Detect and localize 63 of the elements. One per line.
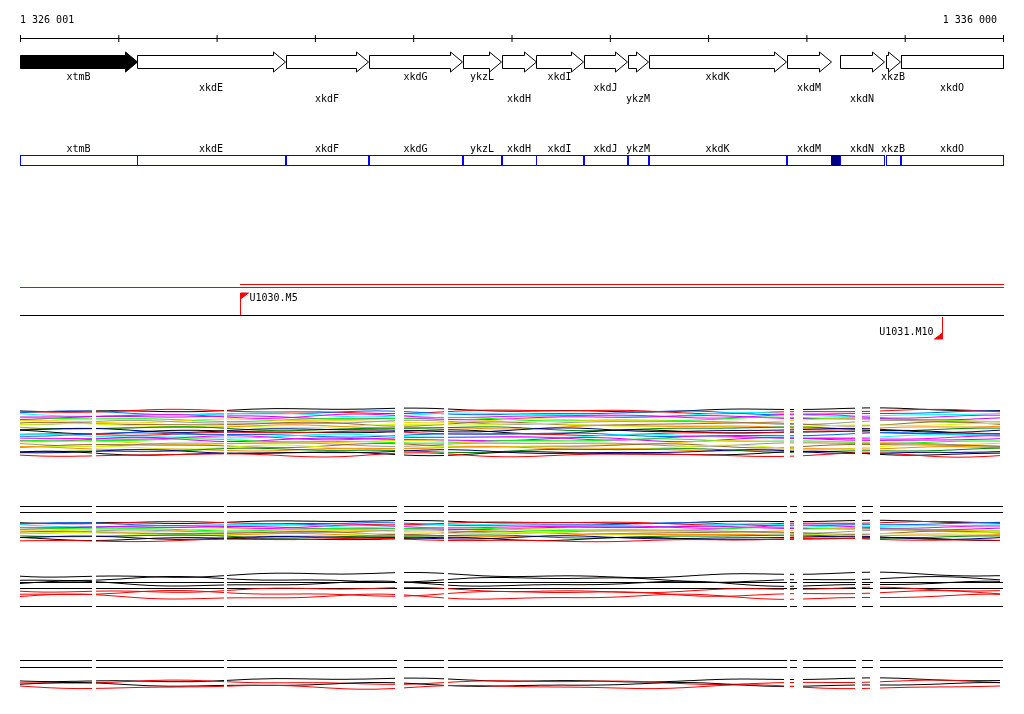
gene-arrow[interactable] bbox=[463, 51, 502, 73]
ruler-start-label: 1 326 001 bbox=[20, 14, 75, 25]
gene-arrow[interactable] bbox=[20, 51, 138, 73]
gene-label: xtmB bbox=[66, 71, 91, 82]
gene-arrow[interactable] bbox=[137, 51, 286, 73]
gene-label: xkdG bbox=[403, 71, 428, 82]
gene-arrow[interactable] bbox=[584, 51, 628, 73]
gene-arrow[interactable] bbox=[369, 51, 463, 73]
gene-arrow[interactable] bbox=[787, 51, 832, 73]
marker-label: U1030.M5 bbox=[249, 292, 298, 303]
gene-label: ykzM bbox=[625, 93, 651, 104]
segment-label: xkdJ bbox=[593, 143, 618, 154]
segment-label: xkdE bbox=[198, 143, 224, 154]
gene-segment[interactable] bbox=[787, 155, 832, 166]
gene-segment[interactable] bbox=[137, 155, 286, 166]
marker-flag-icon bbox=[934, 316, 943, 340]
segment-label: xkdK bbox=[705, 143, 730, 154]
gene-segment[interactable] bbox=[20, 155, 138, 166]
marker-flag-icon bbox=[240, 292, 249, 316]
gene-segment[interactable] bbox=[286, 155, 369, 166]
gene-label: xkdF bbox=[314, 93, 340, 104]
segment-label: xkdM bbox=[796, 143, 822, 154]
ruler-end-label: 1 336 000 bbox=[942, 14, 997, 25]
gene-label: xkdK bbox=[705, 71, 730, 82]
gene-segment[interactable] bbox=[886, 155, 901, 166]
gene-label: xkdO bbox=[939, 82, 965, 93]
gene-block[interactable] bbox=[901, 55, 1004, 69]
segment-label: xkdG bbox=[403, 143, 428, 154]
gene-segment[interactable] bbox=[628, 155, 649, 166]
gene-segment[interactable] bbox=[502, 155, 537, 166]
segment-label: ykzL bbox=[469, 143, 495, 154]
gene-label: xkdM bbox=[796, 82, 822, 93]
gene-arrow[interactable] bbox=[840, 51, 885, 73]
segment-label: xkdI bbox=[547, 143, 572, 154]
gene-segment[interactable] bbox=[584, 155, 628, 166]
feature-block bbox=[831, 155, 840, 166]
gene-arrow[interactable] bbox=[286, 51, 369, 73]
gene-segment[interactable] bbox=[536, 155, 584, 166]
gene-arrow[interactable] bbox=[628, 51, 649, 73]
gene-arrow[interactable] bbox=[502, 51, 537, 73]
segment-label: xkdF bbox=[314, 143, 340, 154]
gene-segment[interactable] bbox=[901, 155, 1004, 166]
gene-label: xkdE bbox=[198, 82, 224, 93]
gene-label: xkdJ bbox=[593, 82, 618, 93]
gene-segment[interactable] bbox=[649, 155, 787, 166]
gene-label: xkdN bbox=[849, 93, 875, 104]
segment-label: ykzM bbox=[625, 143, 651, 154]
marker-label: U1031.M10 bbox=[879, 326, 934, 337]
gene-segment[interactable] bbox=[463, 155, 502, 166]
gene-arrow[interactable] bbox=[886, 51, 901, 73]
gene-label: xkzB bbox=[880, 71, 906, 82]
gene-label: xkdI bbox=[547, 71, 572, 82]
segment-label: xtmB bbox=[66, 143, 91, 154]
segment-label: xkdO bbox=[939, 143, 965, 154]
gene-arrow[interactable] bbox=[536, 51, 584, 73]
segment-label: xkdH bbox=[506, 143, 532, 154]
gene-arrow[interactable] bbox=[649, 51, 787, 73]
segment-label: xkzB bbox=[880, 143, 906, 154]
gene-label: xkdH bbox=[506, 93, 532, 104]
gene-segment[interactable] bbox=[369, 155, 463, 166]
gene-label: ykzL bbox=[469, 71, 495, 82]
gene-segment[interactable] bbox=[840, 155, 885, 166]
segment-label: xkdN bbox=[849, 143, 875, 154]
